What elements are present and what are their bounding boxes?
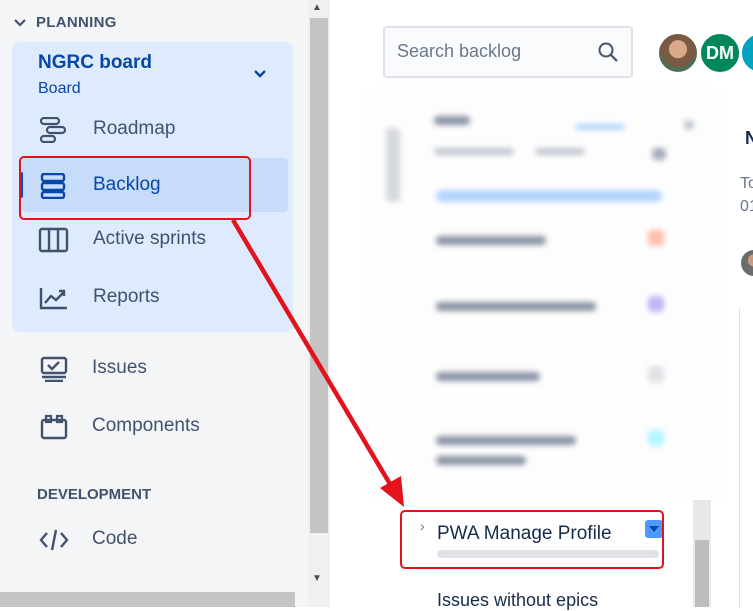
epic-highlight-box [400, 510, 664, 569]
sidebar-item-label: Issues [92, 357, 147, 378]
main-scroll-thumb[interactable] [695, 540, 709, 607]
sidebar-horizontal-scrollbar[interactable] [0, 592, 295, 607]
backlog-highlight-box [19, 156, 251, 220]
search-input[interactable] [395, 40, 589, 63]
chevron-down-icon [14, 18, 26, 27]
planning-section-toggle[interactable]: PLANNING [14, 14, 117, 31]
side-panel-heading: N [745, 128, 753, 148]
reports-icon [39, 288, 67, 310]
board-chevron-down-icon[interactable] [252, 66, 268, 82]
sidebar-item-code[interactable]: Code [22, 514, 288, 564]
active-sprints-icon [38, 227, 69, 253]
sidebar-item-label: Components [92, 415, 200, 436]
side-panel-text: To [740, 175, 753, 192]
sidebar-scroll-thumb[interactable] [310, 18, 328, 533]
sidebar-item-components[interactable]: Components [22, 401, 288, 451]
search-icon[interactable] [597, 41, 619, 63]
board-name[interactable]: NGRC board [38, 52, 152, 74]
sidebar-item-reports[interactable]: Reports [22, 272, 288, 322]
development-section-label: DEVELOPMENT [37, 486, 152, 503]
board-subtitle: Board [38, 80, 81, 97]
search-box[interactable] [383, 26, 633, 78]
sidebar: PLANNING NGRC board Board Roadmap Backlo… [0, 0, 308, 607]
components-icon [40, 414, 68, 440]
avatar[interactable]: DM [699, 32, 741, 74]
side-panel-text: 01 [740, 198, 753, 215]
sidebar-item-active-sprints[interactable]: Active sprints [22, 214, 288, 264]
code-icon [39, 529, 69, 551]
scroll-down-arrow-icon[interactable]: ▼ [312, 573, 322, 584]
issues-without-epics-link[interactable]: Issues without epics [437, 590, 598, 611]
sidebar-item-label: Active sprints [93, 228, 206, 249]
sidebar-item-label: Roadmap [93, 118, 176, 139]
avatar[interactable] [657, 32, 699, 74]
side-panel-table-edge [739, 308, 753, 608]
roadmap-icon [39, 117, 67, 143]
issues-icon [40, 356, 68, 382]
sidebar-item-issues[interactable]: Issues [22, 343, 288, 393]
sidebar-item-label: Reports [93, 286, 160, 307]
planning-section-label: PLANNING [36, 14, 117, 31]
sidebar-item-label: Code [92, 528, 138, 549]
sidebar-item-roadmap[interactable]: Roadmap [22, 104, 288, 154]
blurred-epics-panel [370, 90, 720, 500]
scroll-up-arrow-icon[interactable]: ▲ [312, 2, 322, 13]
